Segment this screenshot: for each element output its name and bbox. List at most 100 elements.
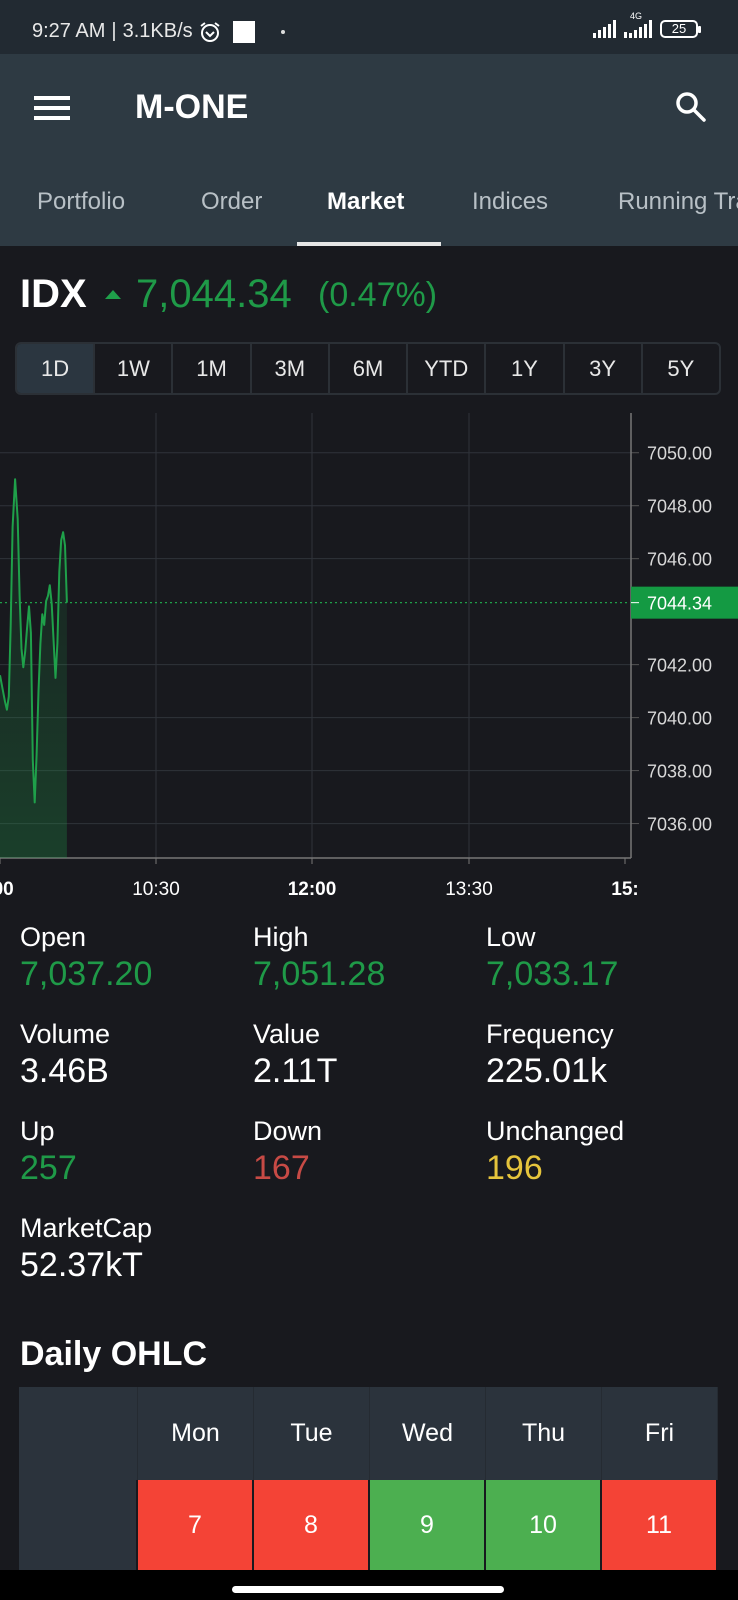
chart-y-tick-label: 7036.00 (647, 815, 712, 835)
chart-y-tick-label: 7046.00 (647, 550, 712, 570)
chart-x-tick-label: :00 (0, 879, 14, 900)
stat-label: Frequency (486, 1019, 614, 1049)
range-6m[interactable]: 6M (330, 344, 409, 393)
stat-open: Open 7,037.20 (20, 922, 240, 994)
stat-value: 7,051.28 (253, 955, 386, 993)
stat-label: Volume (20, 1019, 111, 1049)
network-label: 4G (630, 11, 643, 21)
status-time: 9:27 AM (32, 20, 106, 42)
chart-x-tick-label: 15: (611, 879, 638, 900)
main-tabs: Portfolio Order Market Indices Running T… (0, 170, 738, 246)
daily-ohlc-title: Daily OHLC (20, 1335, 208, 1373)
stat-value: 3.46B (20, 1052, 109, 1090)
alarm-icon (200, 21, 220, 42)
signal-icon (593, 20, 616, 38)
range-1w[interactable]: 1W (95, 344, 174, 393)
notification-square-icon (232, 20, 255, 43)
range-1d[interactable]: 1D (17, 344, 96, 393)
tab-running-trade[interactable]: Running Trade (618, 188, 738, 216)
chart-x-tick-label: 10:30 (132, 879, 180, 900)
app-title: M-ONE (135, 88, 249, 126)
signal-4g-icon: 4G (624, 11, 652, 38)
stat-low: Low 7,033.17 (486, 922, 706, 994)
index-change: (0.47%) (318, 276, 438, 314)
stat-high: High 7,051.28 (253, 922, 473, 994)
status-bar: 9:27 AM | 3.1KB/s 4G 25 (0, 0, 738, 54)
status-right: 4G 25 (593, 11, 701, 38)
chart-y-tick-label: 7040.00 (647, 709, 712, 729)
ohlc-date-cell[interactable]: 9 (370, 1480, 486, 1570)
ohlc-date-cell[interactable]: 8 (254, 1480, 370, 1570)
status-speed: 3.1KB/s (122, 20, 193, 42)
ohlc-date-cell[interactable]: 10 (486, 1480, 602, 1570)
ohlc-day-header: Tue (254, 1387, 370, 1480)
chart-x-tick-label: 13:30 (445, 879, 493, 900)
chart-y-tick-label: 7050.00 (647, 444, 712, 464)
dot-icon (280, 29, 285, 34)
range-1m[interactable]: 1M (173, 344, 252, 393)
chart-last-price-label: 7044.34 (647, 594, 712, 614)
range-3y[interactable]: 3Y (565, 344, 643, 393)
tab-indices[interactable]: Indices (472, 188, 548, 216)
stat-label: Open (20, 922, 87, 952)
stat-value: 7,033.17 (486, 955, 619, 993)
battery-level: 25 (671, 21, 687, 36)
range-selector: 1D 1W 1M 3M 6M YTD 1Y 3Y 5Y (15, 342, 721, 395)
ohlc-corner-cell (19, 1387, 138, 1480)
system-nav-bar (0, 1570, 738, 1600)
tab-portfolio[interactable]: Portfolio (37, 188, 125, 216)
range-3m[interactable]: 3M (252, 344, 330, 393)
battery-icon: 25 (660, 20, 701, 38)
index-value: 7,044.34 (136, 272, 292, 316)
stat-up: Up 257 (20, 1116, 240, 1188)
stat-label: Low (486, 922, 536, 952)
ohlc-day-header: Mon (138, 1387, 254, 1480)
status-separator: | (111, 20, 117, 42)
ohlc-day-header: Thu (486, 1387, 602, 1480)
ohlc-day-header: Wed (370, 1387, 486, 1480)
search-icon[interactable] (674, 90, 708, 124)
chart-y-tick-label: 7038.00 (647, 762, 712, 782)
ohlc-date-cell[interactable]: 7 (138, 1480, 254, 1570)
stat-label: Value (253, 1019, 321, 1049)
stat-value: 257 (20, 1149, 77, 1187)
up-arrow-icon (105, 290, 121, 299)
stat-unchanged: Unchanged 196 (486, 1116, 706, 1188)
home-gesture-pill[interactable] (232, 1586, 504, 1593)
ohlc-date-row: 7 8 9 10 11 (19, 1480, 719, 1570)
stat-value: 196 (486, 1149, 543, 1187)
active-tab-indicator (297, 242, 441, 246)
ohlc-row-label-cell (19, 1480, 138, 1570)
stat-value-traded: Value 2.11T (253, 1019, 473, 1091)
stat-label: High (253, 922, 309, 952)
stat-frequency: Frequency 225.01k (486, 1019, 706, 1091)
stat-label: Up (20, 1116, 55, 1146)
tab-market[interactable]: Market (327, 188, 404, 216)
ohlc-date-cell[interactable]: 11 (602, 1480, 718, 1570)
stat-marketcap: MarketCap 52.37kT (20, 1213, 240, 1285)
ohlc-header-row: Mon Tue Wed Thu Fri (19, 1387, 719, 1480)
stat-value: 225.01k (486, 1052, 607, 1090)
chart-x-tick-label: 12:00 (288, 879, 337, 900)
stat-value: 52.37kT (20, 1246, 143, 1284)
ohlc-day-header: Fri (602, 1387, 718, 1480)
chart-y-tick-label: 7042.00 (647, 656, 712, 676)
chart-y-tick-label: 7048.00 (647, 497, 712, 517)
stat-label: Down (253, 1116, 323, 1146)
range-5y[interactable]: 5Y (643, 344, 719, 393)
stat-down: Down 167 (253, 1116, 473, 1188)
price-chart[interactable]: 7050.00 7048.00 7046.00 7042.00 7040.00 7038.… (0, 405, 738, 900)
stat-volume: Volume 3.46B (20, 1019, 240, 1091)
daily-ohlc-table: Mon Tue Wed Thu Fri 7 8 9 10 11 (19, 1387, 719, 1570)
range-1y[interactable]: 1Y (486, 344, 565, 393)
status-left: 9:27 AM | 3.1KB/s (32, 20, 285, 43)
menu-icon[interactable] (34, 96, 70, 120)
stat-value: 2.11T (253, 1052, 338, 1090)
range-ytd[interactable]: YTD (408, 344, 487, 393)
stat-value: 7,037.20 (20, 955, 153, 993)
stat-value: 167 (253, 1149, 310, 1187)
index-name: IDX (20, 272, 87, 316)
tab-order[interactable]: Order (201, 188, 262, 216)
stat-label: MarketCap (20, 1213, 153, 1243)
stat-label: Unchanged (486, 1116, 625, 1146)
